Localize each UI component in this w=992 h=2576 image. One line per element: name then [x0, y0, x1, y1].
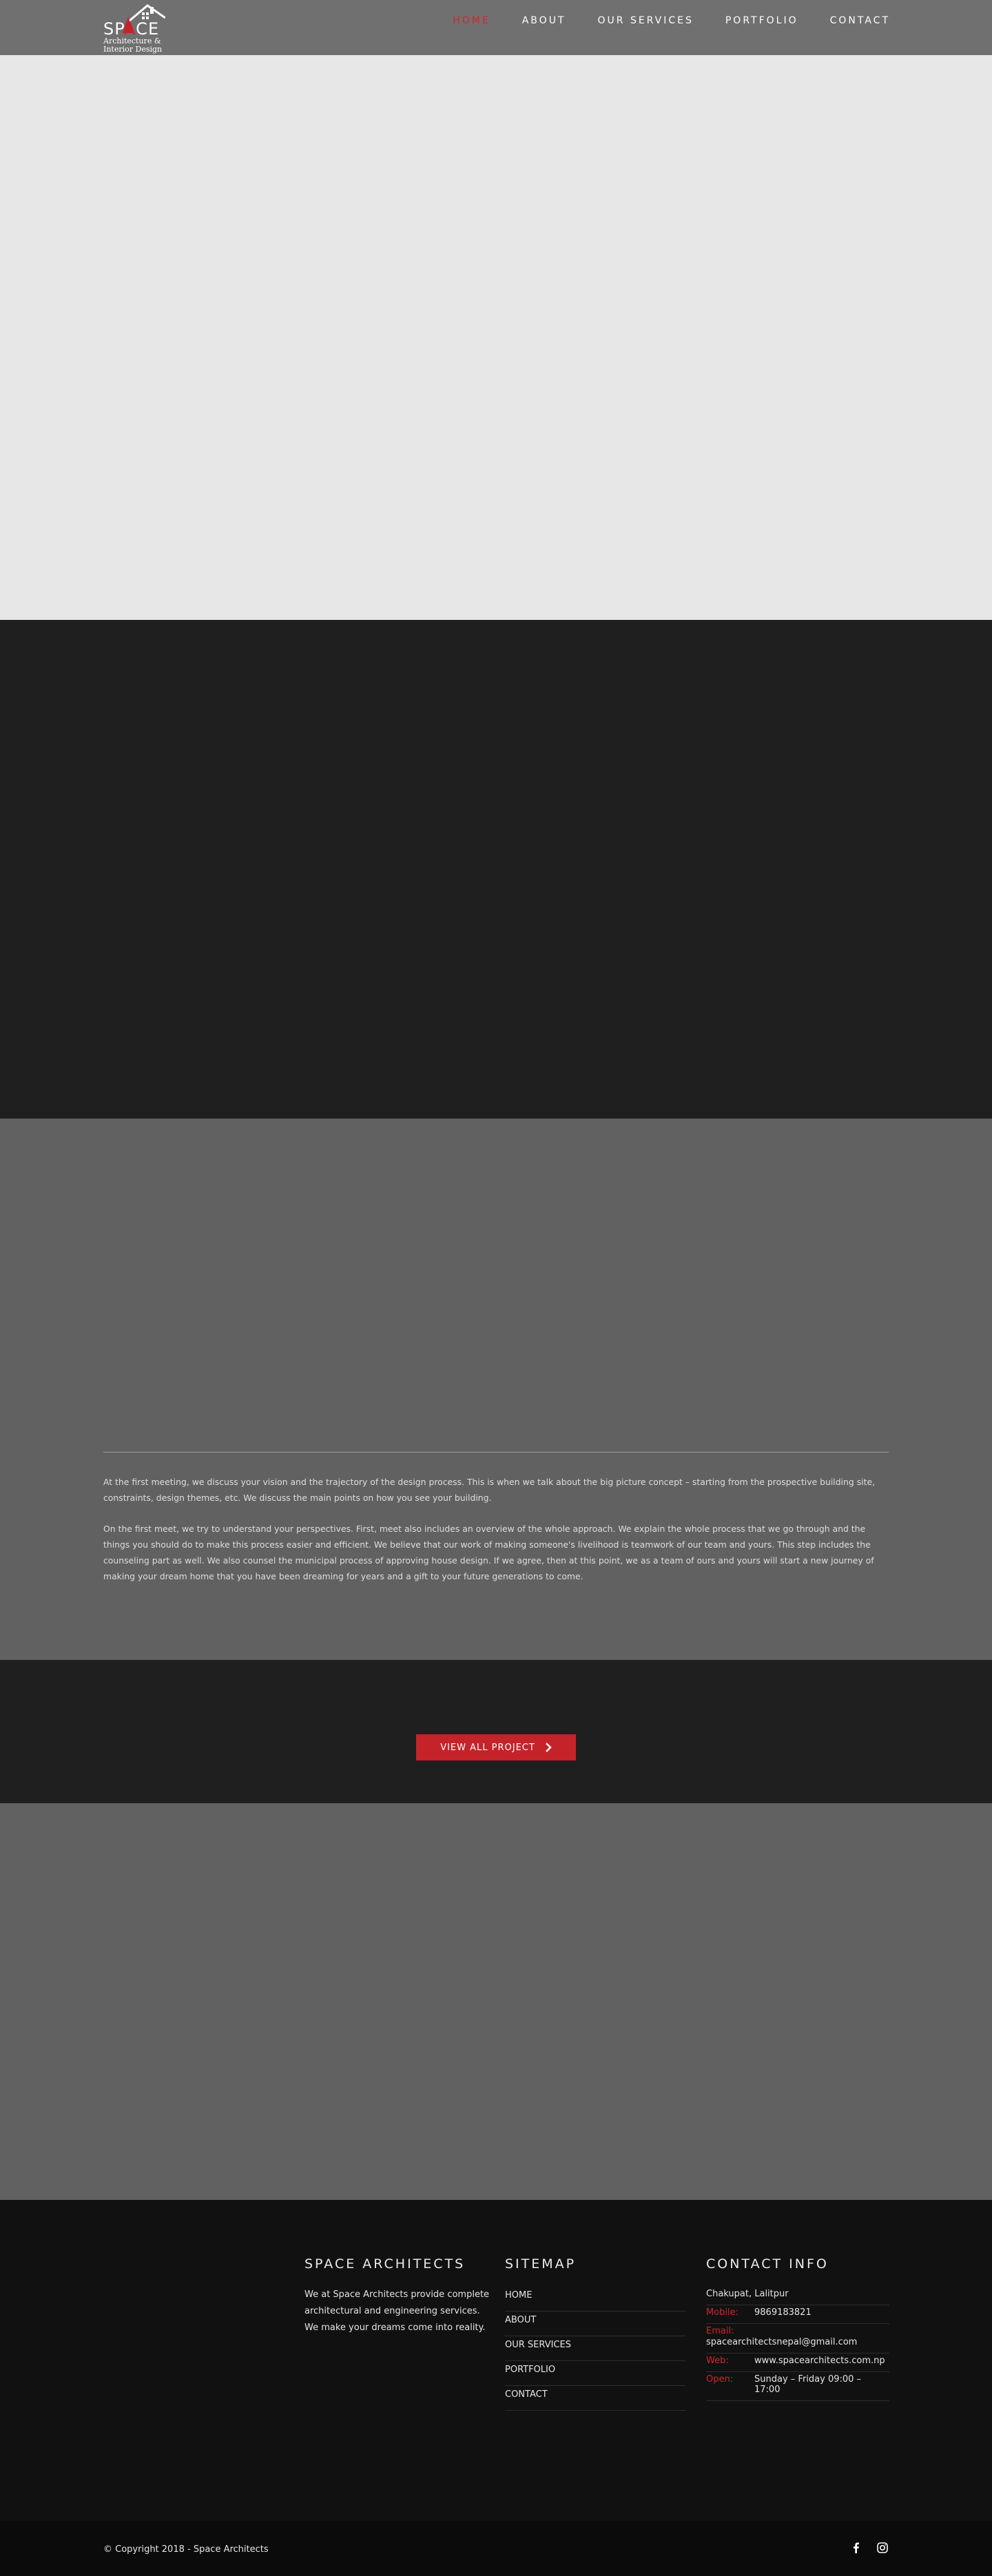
logo-tagline: Architecture & Interior Design	[103, 37, 162, 54]
contact-email: Email: spacearchitectsnepal@gmail.com	[706, 2324, 889, 2354]
sitemap-link-portfolio[interactable]: PORTFOLIO	[505, 2361, 685, 2386]
contact-mobile: Mobile: 9869183821	[706, 2305, 889, 2324]
footer-about-text: We at Space Architects provide complete …	[304, 2289, 490, 2333]
site-logo[interactable]: SPACE Architecture & Interior Design	[102, 0, 171, 55]
site-header: SPACE Architecture & Interior Design HOM…	[0, 0, 992, 55]
sitemap-link-contact[interactable]: CONTACT	[505, 2386, 685, 2411]
section-divider	[103, 1452, 889, 1453]
contact-open: Open: Sunday – Friday 09:00 – 17:00	[706, 2372, 889, 2401]
social-links	[850, 2542, 889, 2554]
contact-email-value[interactable]: spacearchitectsnepal@gmail.com	[706, 2337, 857, 2347]
footer-sitemap-heading: SITEMAP	[505, 2256, 577, 2272]
sitemap-link-about[interactable]: ABOUT	[505, 2312, 685, 2336]
sitemap-link-home[interactable]: HOME	[505, 2287, 685, 2312]
view-all-project-button[interactable]: VIEW ALL PROJECT	[416, 1734, 576, 1760]
logo-tagline-line2: Interior Design	[103, 45, 163, 54]
hero-slider	[0, 55, 992, 620]
facebook-icon[interactable]	[850, 2542, 862, 2554]
instagram-icon[interactable]	[876, 2542, 889, 2554]
footer-about-heading: SPACE ARCHITECTS	[304, 2256, 466, 2272]
contact-email-label: Email:	[706, 2326, 734, 2336]
footer-contact: CONTACT INFO Chakupat, Lalitpur Mobile: …	[706, 2256, 889, 2401]
chevron-right-icon	[545, 1743, 552, 1752]
sitemap-link-our-services[interactable]: OUR SERVICES	[505, 2336, 685, 2361]
nav-about[interactable]: ABOUT	[522, 14, 566, 28]
view-all-project-label: VIEW ALL PROJECT	[440, 1742, 535, 1753]
bottom-bar: © Copyright 2018 - Space Architects	[0, 2521, 992, 2576]
nav-our-services[interactable]: OUR SERVICES	[598, 14, 694, 28]
contact-web-value[interactable]: www.spacearchitects.com.np	[754, 2356, 885, 2366]
contact-address: Chakupat, Lalitpur	[706, 2287, 889, 2305]
nav-portfolio[interactable]: PORTFOLIO	[725, 14, 798, 28]
footer-sitemap: SITEMAP HOME ABOUT OUR SERVICES PORTFOLI…	[505, 2256, 685, 2411]
contact-mobile-value[interactable]: 9869183821	[754, 2307, 812, 2318]
main-nav: HOME ABOUT OUR SERVICES PORTFOLIO CONTAC…	[421, 14, 890, 28]
nav-contact[interactable]: CONTACT	[830, 14, 890, 28]
cta-section: VIEW ALL PROJECT	[0, 1660, 992, 1803]
logo-wordmark: SPACE	[103, 19, 160, 39]
contact-open-value: Sunday – Friday 09:00 – 17:00	[754, 2374, 862, 2395]
footer-about: SPACE ARCHITECTS We at Space Architects …	[304, 2256, 490, 2336]
contact-address-value: Chakupat, Lalitpur	[706, 2289, 789, 2299]
contact-web-label: Web:	[706, 2356, 729, 2366]
process-paragraph-2: On the first meet, we try to understand …	[103, 1524, 874, 1581]
contact-mobile-label: Mobile:	[706, 2307, 739, 2318]
contact-web: Web: www.spacearchitects.com.np	[706, 2354, 889, 2372]
process-paragraph-1: At the first meeting, we discuss your vi…	[103, 1477, 876, 1503]
contact-open-label: Open:	[706, 2374, 734, 2385]
dark-section	[0, 620, 992, 1119]
portfolio-section	[0, 1803, 992, 2200]
process-section: At the first meeting, we discuss your vi…	[0, 1119, 992, 1660]
footer-contact-heading: CONTACT INFO	[706, 2256, 829, 2272]
nav-home[interactable]: HOME	[453, 14, 490, 28]
copyright-text: © Copyright 2018 - Space Architects	[103, 2544, 269, 2555]
site-footer: SPACE ARCHITECTS We at Space Architects …	[0, 2200, 992, 2521]
